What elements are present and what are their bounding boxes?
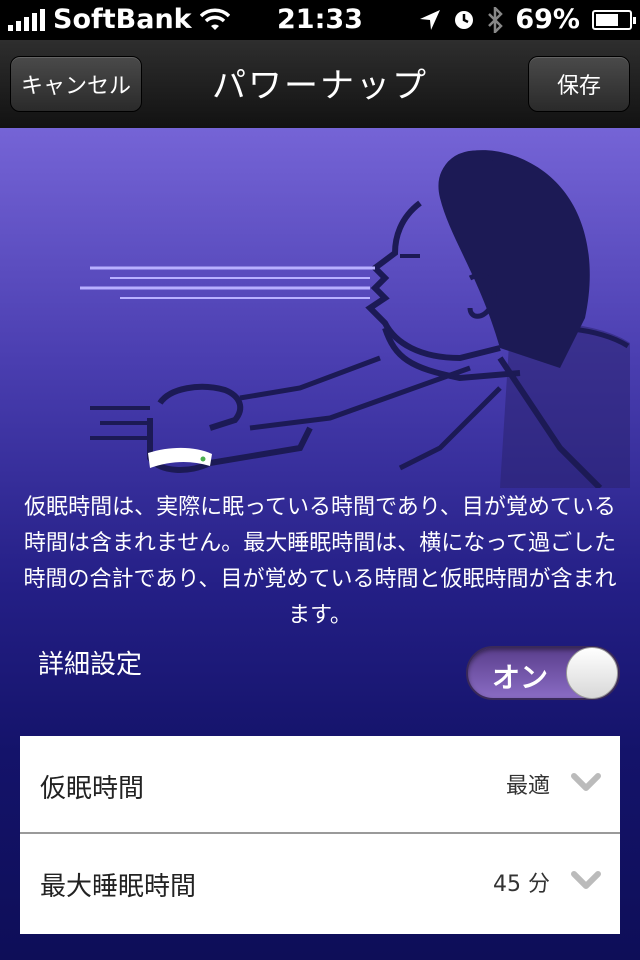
battery-level-fill bbox=[596, 13, 619, 26]
max-sleep-duration-value: 45 分 bbox=[493, 872, 550, 897]
power-nap-description: 仮眠時間は、実際に眠っている時間であり、目が覚めている時間は含まれません。最大睡… bbox=[23, 495, 617, 628]
napping-person-illustration bbox=[80, 150, 630, 488]
battery-percent: 69% bbox=[515, 4, 580, 35]
chevron-down-icon[interactable] bbox=[570, 770, 602, 794]
status-bar: SoftBank 21:33 69% bbox=[0, 0, 640, 40]
max-sleep-duration-row[interactable]: 最大睡眠時間 45 分 bbox=[20, 834, 620, 934]
advanced-settings-toggle[interactable]: オン bbox=[466, 646, 620, 700]
max-sleep-duration-label: 最大睡眠時間 bbox=[40, 872, 197, 902]
toggle-knob[interactable] bbox=[566, 647, 618, 699]
location-arrow-icon bbox=[420, 9, 441, 30]
advanced-settings-label: 詳細設定 bbox=[38, 650, 143, 680]
status-right: 69% bbox=[419, 4, 636, 35]
nap-settings-table: 仮眠時間 最適 最大睡眠時間 45 分 bbox=[20, 736, 620, 934]
page-title: パワーナップ bbox=[212, 66, 428, 106]
chevron-down-icon[interactable] bbox=[570, 868, 602, 892]
cancel-button[interactable]: キャンセル bbox=[10, 56, 142, 112]
toggle-on-label: オン bbox=[492, 661, 549, 694]
save-button[interactable]: 保存 bbox=[528, 56, 630, 112]
alarm-clock-icon bbox=[455, 10, 474, 29]
nap-duration-row[interactable]: 仮眠時間 最適 bbox=[20, 736, 620, 834]
power-nap-content: 仮眠時間は、実際に眠っている時間であり、目が覚めている時間は含まれません。最大睡… bbox=[0, 128, 640, 960]
battery-icon bbox=[592, 9, 636, 30]
nap-duration-label: 仮眠時間 bbox=[40, 774, 145, 804]
navigation-bar: キャンセル パワーナップ 保存 bbox=[0, 40, 640, 130]
bluetooth-icon bbox=[488, 6, 504, 33]
nap-duration-value: 最適 bbox=[505, 774, 550, 799]
